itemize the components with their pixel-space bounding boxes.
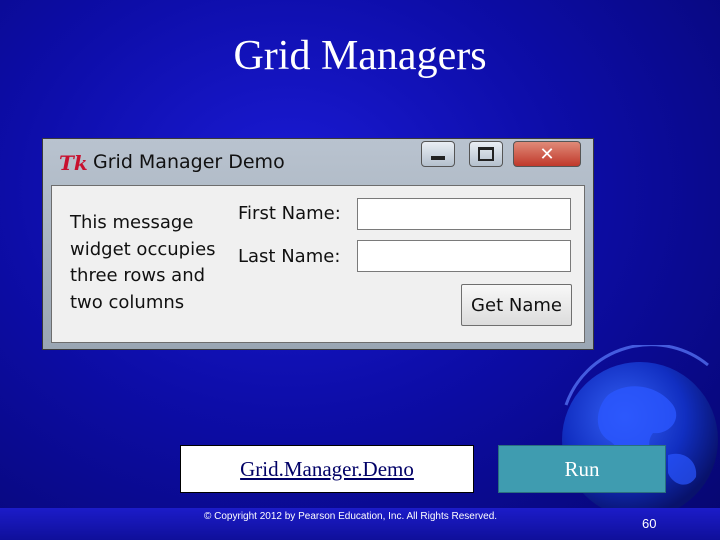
minimize-icon xyxy=(431,156,445,160)
run-button[interactable]: Run xyxy=(498,445,666,493)
maximize-icon xyxy=(478,147,494,161)
message-line: widget occupies xyxy=(70,238,216,260)
get-name-button[interactable]: Get Name xyxy=(461,284,572,326)
message-widget: This message widget occupies three rows … xyxy=(70,210,240,316)
close-icon: ✕ xyxy=(539,143,555,165)
first-name-label: First Name: xyxy=(238,203,341,224)
message-line: This message xyxy=(70,212,194,233)
tk-logo-icon: Tk xyxy=(59,151,88,175)
maximize-button[interactable] xyxy=(469,141,503,167)
message-line: two columns xyxy=(70,291,185,313)
slide-title: Grid Managers xyxy=(233,33,487,79)
copyright-text: © Copyright 2012 by Pearson Education, I… xyxy=(204,511,498,522)
app-window: Tk Grid Manager Demo ✕ This message widg… xyxy=(42,138,594,350)
last-name-field[interactable] xyxy=(357,240,571,272)
minimize-button[interactable] xyxy=(421,141,455,167)
last-name-label: Last Name: xyxy=(238,246,341,267)
window-client-area: This message widget occupies three rows … xyxy=(51,185,585,343)
message-line: three rows and xyxy=(70,265,206,286)
globe-icon xyxy=(562,345,718,518)
window-titlebar[interactable]: Tk Grid Manager Demo ✕ xyxy=(43,139,593,185)
page-number: 60 xyxy=(642,516,657,531)
window-title: Grid Manager Demo xyxy=(93,151,285,173)
first-name-field[interactable] xyxy=(357,198,571,230)
close-button[interactable]: ✕ xyxy=(513,141,581,167)
demo-link[interactable]: Grid.Manager.Demo xyxy=(180,445,474,493)
